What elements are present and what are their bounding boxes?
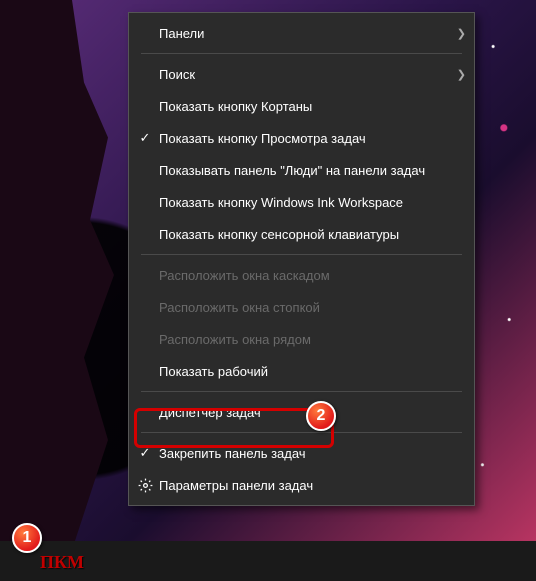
menu-item-sidebyside: Расположить окна рядом <box>129 323 474 355</box>
menu-label: Показать кнопку сенсорной клавиатуры <box>157 227 466 242</box>
annotation-badge-1: 1 <box>12 523 42 553</box>
annotation-rightclick-label: ПКМ <box>40 552 84 573</box>
menu-item-search[interactable]: Поиск ❯ <box>129 58 474 90</box>
menu-label: Поиск <box>157 67 448 82</box>
badge-number: 2 <box>317 407 326 425</box>
menu-item-touch-keyboard[interactable]: Показать кнопку сенсорной клавиатуры <box>129 218 474 250</box>
check-icon: ✓ <box>133 130 157 146</box>
menu-label: Показать кнопку Просмотра задач <box>157 131 466 146</box>
gear-icon <box>133 478 157 493</box>
menu-label: Показать кнопку Кортаны <box>157 99 466 114</box>
menu-item-cascade: Расположить окна каскадом <box>129 259 474 291</box>
menu-label: Расположить окна рядом <box>157 332 466 347</box>
chevron-right-icon: ❯ <box>448 68 466 81</box>
annotation-badge-2: 2 <box>306 401 336 431</box>
menu-label: Закрепить панель задач <box>157 446 466 461</box>
menu-label: Расположить окна стопкой <box>157 300 466 315</box>
menu-label: Показывать панель "Люди" на панели задач <box>157 163 466 178</box>
menu-item-taskbar-settings[interactable]: Параметры панели задач <box>129 469 474 501</box>
taskbar-context-menu: Панели ❯ Поиск ❯ Показать кнопку Кортаны… <box>128 12 475 506</box>
check-icon: ✓ <box>133 445 157 461</box>
badge-number: 1 <box>23 529 32 547</box>
menu-item-lock-taskbar[interactable]: ✓ Закрепить панель задач <box>129 437 474 469</box>
menu-item-show-desktop[interactable]: Показать рабочий <box>129 355 474 387</box>
menu-item-task-manager[interactable]: Диспетчер задач <box>129 396 474 428</box>
menu-item-stacked: Расположить окна стопкой <box>129 291 474 323</box>
menu-item-panels[interactable]: Панели ❯ <box>129 17 474 49</box>
menu-label: Параметры панели задач <box>157 478 466 493</box>
menu-item-cortana[interactable]: Показать кнопку Кортаны <box>129 90 474 122</box>
menu-label: Показать рабочий <box>157 364 466 379</box>
menu-separator <box>141 432 462 433</box>
menu-separator <box>141 254 462 255</box>
menu-separator <box>141 53 462 54</box>
menu-item-people[interactable]: Показывать панель "Люди" на панели задач <box>129 154 474 186</box>
menu-label: Расположить окна каскадом <box>157 268 466 283</box>
menu-label: Показать кнопку Windows Ink Workspace <box>157 195 466 210</box>
menu-item-ink[interactable]: Показать кнопку Windows Ink Workspace <box>129 186 474 218</box>
menu-item-taskview[interactable]: ✓ Показать кнопку Просмотра задач <box>129 122 474 154</box>
chevron-right-icon: ❯ <box>448 27 466 40</box>
menu-separator <box>141 391 462 392</box>
wallpaper-silhouette <box>0 0 120 550</box>
menu-label: Панели <box>157 26 448 41</box>
